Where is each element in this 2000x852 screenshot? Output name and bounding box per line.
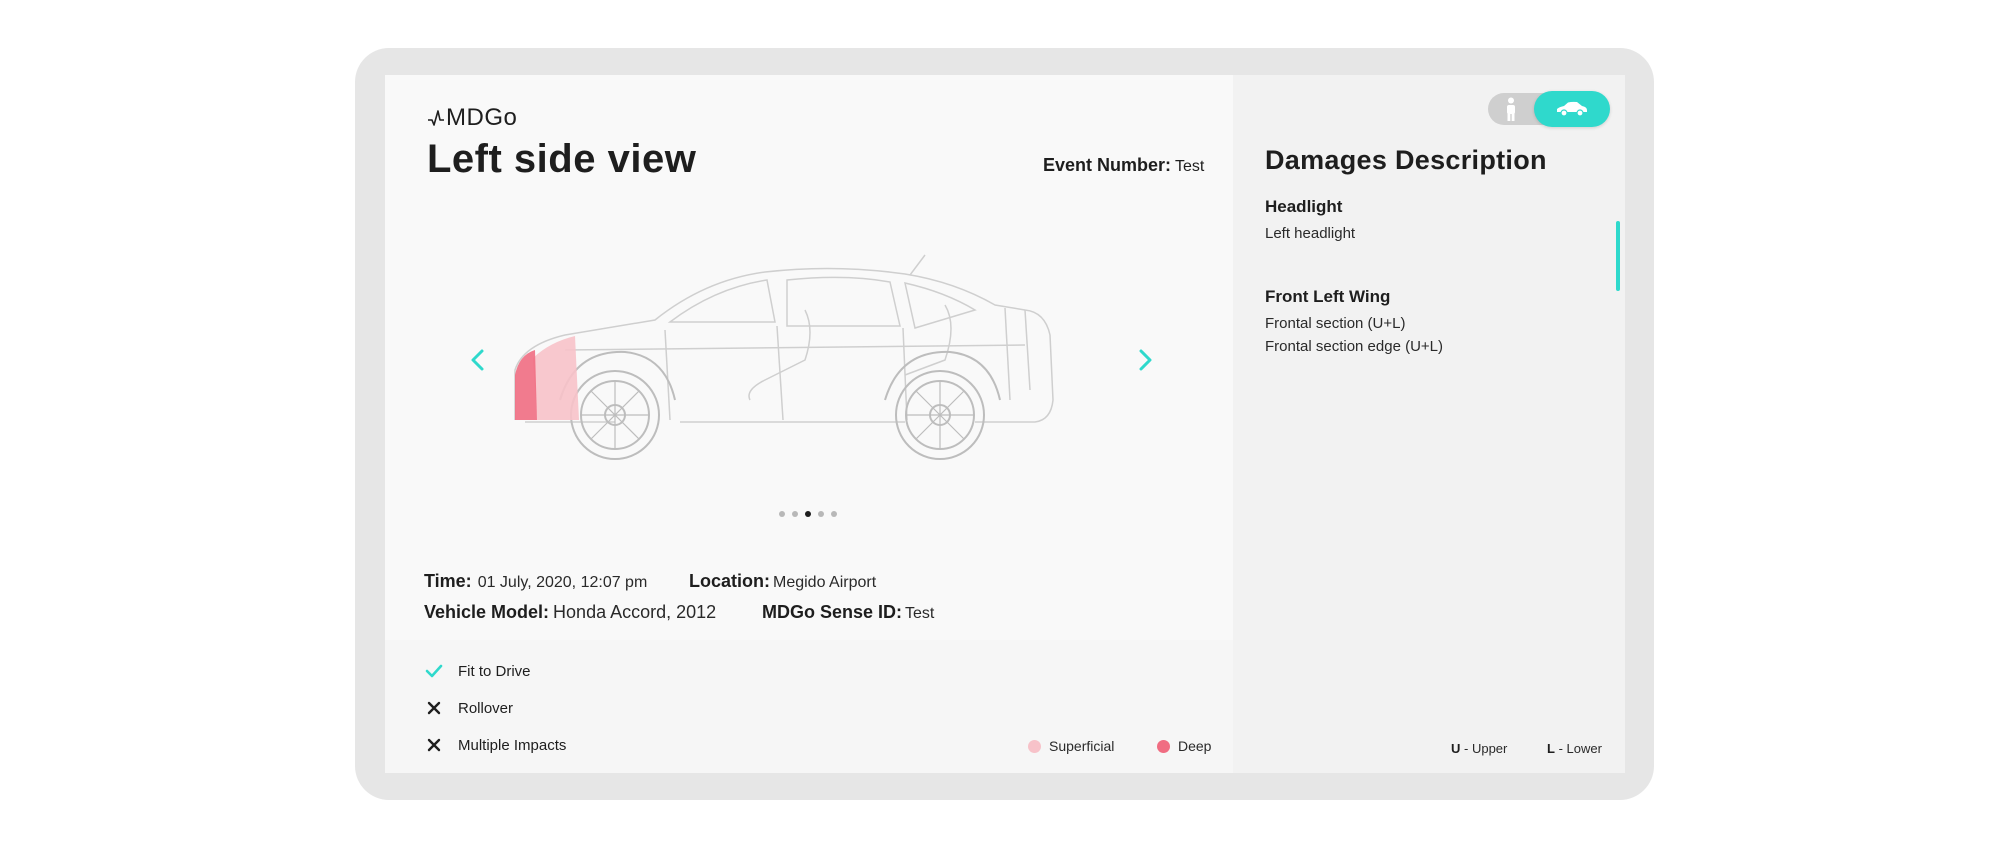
pager-dot[interactable] (792, 511, 798, 517)
pager-dot[interactable] (779, 511, 785, 517)
legend-deep: Deep (1157, 738, 1211, 754)
close-icon (424, 735, 444, 755)
key-upper: U - Upper (1451, 741, 1507, 756)
damages-title: Damages Description (1265, 145, 1547, 175)
key-lower: L - Lower (1547, 741, 1602, 756)
location-value: Megido Airport (773, 574, 877, 591)
event-number: Event Number: Test (1043, 155, 1204, 176)
previous-view-button[interactable] (463, 345, 493, 375)
status-label: Fit to Drive (458, 662, 531, 680)
key-lower-text: - Lower (1558, 741, 1602, 756)
next-view-button[interactable] (1130, 345, 1160, 375)
pulse-logo-icon (428, 110, 444, 126)
status-rollover: Rollover (424, 698, 513, 718)
mdgo-logo: MDGo (428, 104, 517, 132)
sense-id-label: MDGo Sense ID: (762, 602, 903, 622)
sense-id-value: Test (905, 605, 935, 622)
car-side-illustration (505, 250, 1105, 490)
event-time: Time: 01 July, 2020, 12:07 pm (424, 571, 647, 592)
key-upper-text: - Upper (1464, 741, 1508, 756)
car-wireframe-icon (514, 254, 1054, 460)
deep-swatch (1157, 739, 1170, 753)
sense-id: MDGo Sense ID: Test (762, 602, 934, 623)
damage-superficial-area (533, 336, 579, 420)
event-number-label: Event Number: (1043, 155, 1172, 175)
time-label: Time: (424, 571, 472, 591)
damage-line: Left headlight (1265, 225, 1356, 242)
damage-heading: Headlight (1265, 197, 1343, 216)
vehicle-model-label: Vehicle Model: (424, 602, 550, 622)
view-mode-toggle[interactable] (1488, 91, 1610, 127)
damage-heading: Front Left Wing (1265, 287, 1391, 306)
superficial-label: Superficial (1049, 738, 1115, 754)
damages-scrollbar[interactable] (1616, 221, 1620, 291)
chevron-left-icon (471, 349, 484, 371)
vehicle-model: Vehicle Model: Honda Accord, 2012 (424, 602, 716, 623)
superficial-swatch (1028, 739, 1041, 753)
legend-superficial: Superficial (1028, 738, 1114, 754)
damages-panel (1233, 75, 1625, 773)
event-number-value: Test (1175, 158, 1205, 175)
damage-line: Frontal section (U+L) (1265, 315, 1406, 332)
person-icon (1507, 97, 1515, 121)
chevron-right-icon (1139, 349, 1152, 371)
status-multiple-impacts: Multiple Impacts (424, 735, 566, 755)
damage-group-front-left-wing: Front Left Wing Frontal section (U+L) Fr… (1265, 287, 1443, 358)
vehicle-model-value: Honda Accord, 2012 (553, 602, 717, 622)
status-label: Multiple Impacts (458, 736, 567, 754)
page-title: Left side view (427, 137, 697, 181)
status-label: Rollover (458, 699, 514, 717)
deep-label: Deep (1178, 738, 1212, 754)
damage-deep-area (515, 350, 537, 420)
damage-group-headlight: Headlight Left headlight (1265, 197, 1355, 245)
car-icon (1557, 101, 1587, 117)
time-value: 01 July, 2020, 12:07 pm (477, 574, 648, 591)
pager-dot-active[interactable] (805, 511, 811, 517)
toggle-occupant[interactable] (1488, 93, 1534, 125)
key-upper-letter: U (1451, 741, 1461, 756)
damage-line: Frontal section edge (U+L) (1265, 338, 1444, 355)
toggle-vehicle[interactable] (1534, 91, 1610, 127)
check-icon (424, 661, 444, 681)
logo-text: MDGo (446, 104, 518, 131)
pager-dot[interactable] (831, 511, 837, 517)
close-icon (424, 698, 444, 718)
status-fit-to-drive: Fit to Drive (424, 661, 531, 681)
location-label: Location: (689, 571, 770, 591)
event-location: Location: Megido Airport (689, 571, 876, 592)
pager-dot[interactable] (818, 511, 824, 517)
key-lower-letter: L (1547, 741, 1555, 756)
view-pager (779, 511, 837, 517)
